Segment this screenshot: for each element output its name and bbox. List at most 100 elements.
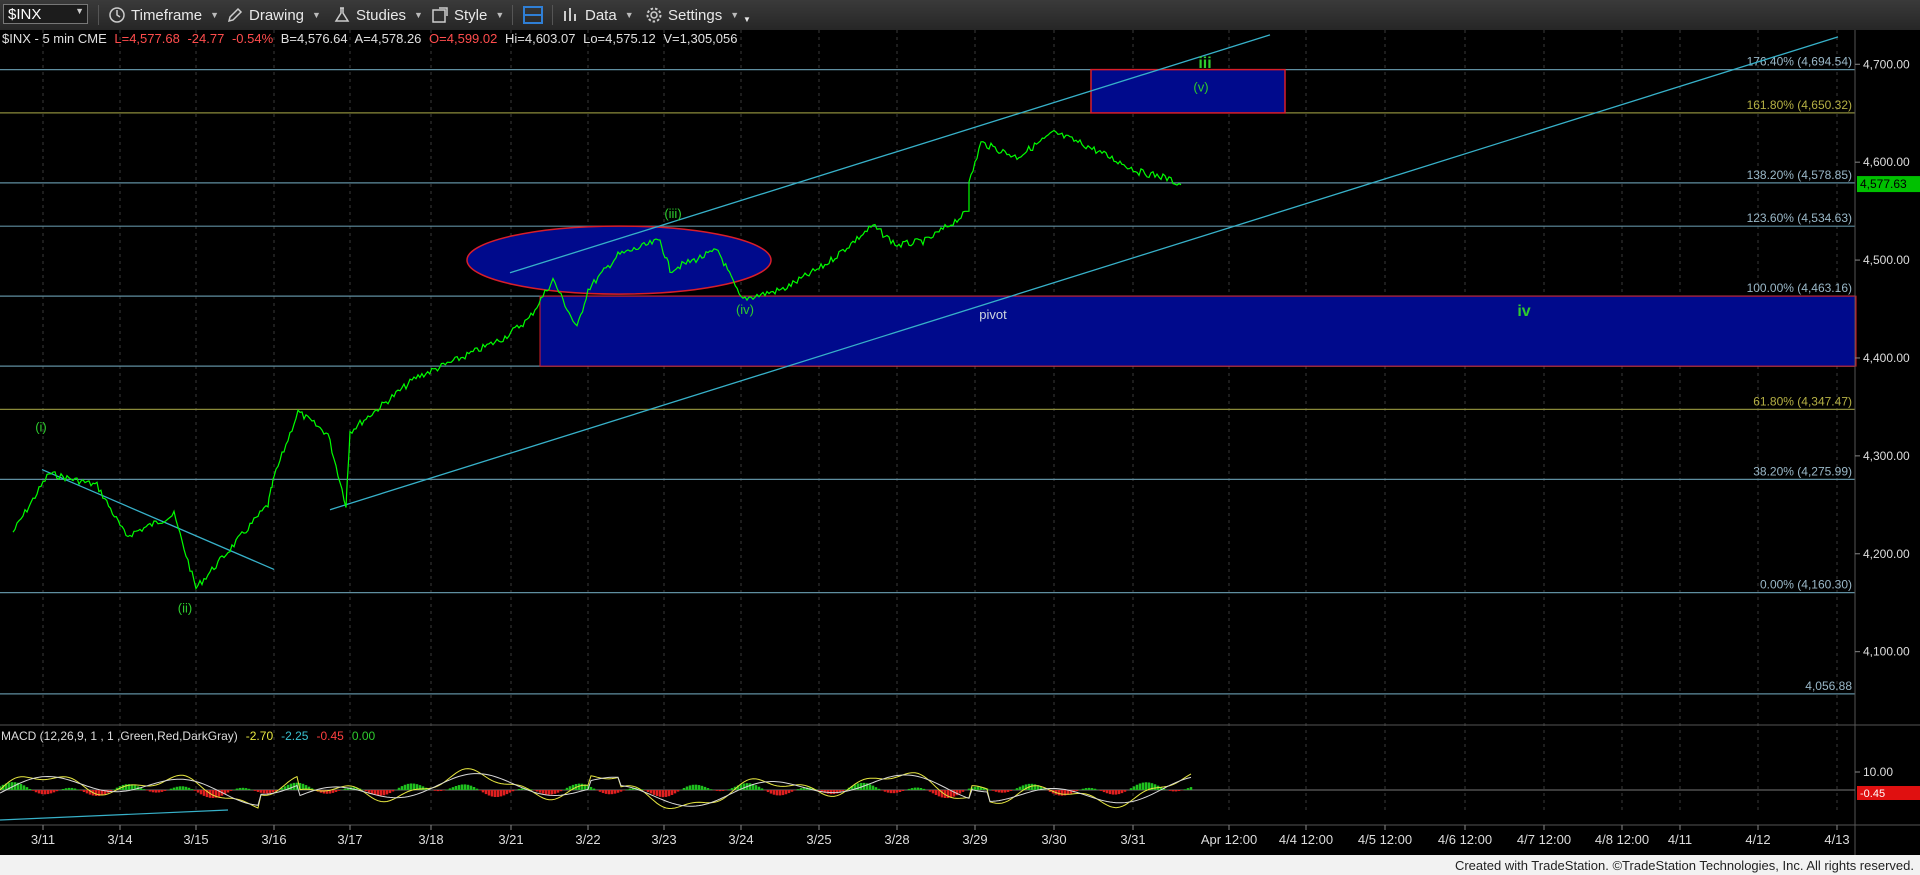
time-tick-label: 4/11 (1668, 832, 1692, 847)
symbol-input[interactable]: $INX ▼ (3, 4, 88, 24)
fib-level-label: 0.00% (4,160.30) (1760, 578, 1852, 592)
bid-price: B=4,576.64 (281, 31, 348, 46)
wave-label: (i) (35, 419, 47, 434)
time-tick-label: 3/28 (884, 832, 909, 847)
wave-label: iii (1198, 55, 1211, 72)
price-tick-label: 4,600.00 (1863, 155, 1910, 169)
volume: V=1,305,056 (663, 31, 737, 46)
time-tick-label: 3/15 (183, 832, 208, 847)
percent-change: -0.54% (232, 31, 274, 46)
macd-legend-item: 0.00 (352, 729, 376, 743)
style-button[interactable]: Style ▼ (431, 4, 504, 26)
time-tick-label: 3/23 (651, 832, 676, 847)
macd-last-tag-label: -0.45 (1860, 788, 1885, 800)
macd-legend: MACD (12,26,9, 1 , 1 ,Green,Red,DarkGray… (1, 729, 376, 743)
style-label: Style (454, 6, 488, 24)
data-label: Data (585, 6, 617, 24)
price-chart[interactable]: 176.40% (4,694.54) 161.80% (4,650.32) 138.… (0, 30, 1920, 875)
wave-iii-ellipse (466, 225, 772, 295)
time-tick-label: 3/31 (1120, 832, 1145, 847)
time-tick-label: 3/18 (418, 832, 443, 847)
price-tick-label: 4,700.00 (1863, 57, 1910, 71)
studies-label: Studies (356, 6, 407, 24)
price-tick-label: 4,200.00 (1863, 547, 1910, 561)
time-tick-label: 3/24 (728, 832, 753, 847)
price-tick-label: 4,400.00 (1863, 351, 1910, 365)
chevron-down-icon: ▼ (730, 10, 740, 20)
fib-level-label: 123.60% (4,534.63) (1747, 211, 1852, 225)
macd-tick-label: 10.00 (1863, 765, 1893, 779)
style-icon (432, 7, 448, 23)
chart-background (0, 30, 1920, 875)
time-tick-label: 4/13 (1824, 832, 1849, 847)
chevron-down-icon: ▼ (312, 10, 321, 20)
last-price: L=4,577.68 (114, 31, 179, 46)
fib-level-label: 4,056.88 (1805, 679, 1852, 693)
fib-level-label: 61.80% (4,347.47) (1753, 394, 1852, 408)
bar-chart-icon (564, 8, 576, 21)
wave-label: (iv) (736, 302, 754, 317)
chevron-down-icon: ▼ (495, 10, 505, 20)
time-tick-label: 3/21 (498, 832, 523, 847)
low-price: Lo=4,575.12 (583, 31, 656, 46)
wave-label: (iii) (664, 206, 681, 221)
macd-legend-item: MACD (12,26,9, 1 , 1 ,Green,Red,DarkGray… (1, 729, 238, 743)
time-tick-label: 3/16 (261, 832, 286, 847)
time-tick-label: 3/22 (575, 832, 600, 847)
layout-button[interactable] (522, 4, 549, 26)
data-button[interactable]: Data ▼ (562, 4, 634, 26)
chart-toolbar: $INX ▼ Timeframe ▼ Drawing ▼ Studies ▼ S… (0, 0, 1920, 31)
time-tick-label: 3/30 (1041, 832, 1066, 847)
chevron-down-icon: ▼ (210, 10, 220, 20)
settings-button[interactable]: Settings ▼ (645, 4, 739, 26)
symbol-title: $INX - 5 min CME (2, 31, 107, 46)
drawing-label: Drawing (249, 6, 305, 24)
timeframe-label: Timeframe (131, 6, 203, 24)
toolbar-divider (552, 5, 553, 25)
layout-icon (523, 6, 543, 24)
price-tick-label: 4,300.00 (1863, 449, 1910, 463)
fib-level-label: 38.20% (4,275.99) (1753, 464, 1852, 478)
chevron-down-icon: ▼ (414, 10, 423, 20)
macd-legend-item: -2.70 (246, 729, 274, 743)
clock-icon (109, 7, 125, 23)
overflow-caret-icon[interactable]: ▼ (743, 8, 751, 30)
price-tick-label: 4,500.00 (1863, 253, 1910, 267)
fib-level-label: 161.80% (4,650.32) (1747, 98, 1852, 112)
chevron-down-icon[interactable]: ▼ (75, 6, 84, 16)
wave-label: iv (1517, 303, 1530, 320)
timeframe-button[interactable]: Timeframe ▼ (108, 4, 219, 26)
copyright-footer: Created with TradeStation. ©TradeStation… (1454, 858, 1914, 873)
pencil-icon (227, 7, 243, 23)
time-tick-label: 3/14 (107, 832, 132, 847)
time-tick-label: 3/25 (806, 832, 831, 847)
wave-label: (v) (1193, 80, 1208, 95)
wave-label: (ii) (178, 601, 192, 616)
fib-level-label: 138.20% (4,578.85) (1747, 168, 1852, 182)
fib-level-label: 100.00% (4,463.16) (1747, 281, 1852, 295)
fib-level-label: 176.40% (4,694.54) (1747, 55, 1852, 69)
time-tick-label: 3/17 (337, 832, 362, 847)
wave-label: pivot (979, 307, 1007, 322)
time-tick-label: 3/29 (962, 832, 987, 847)
high-price: Hi=4,603.07 (505, 31, 575, 46)
drawing-button[interactable]: Drawing ▼ (226, 4, 321, 26)
time-tick-label: 4/12 (1745, 832, 1770, 847)
time-tick-label: 3/11 (31, 832, 55, 847)
time-tick-label: 4/4 12:00 (1279, 832, 1333, 847)
symbol-value: $INX (8, 5, 42, 23)
net-change: -24.77 (187, 31, 224, 46)
studies-button[interactable]: Studies ▼ (333, 4, 423, 26)
flask-icon (334, 7, 350, 22)
time-tick-label: 4/5 12:00 (1358, 832, 1412, 847)
toolbar-divider (98, 5, 99, 25)
time-tick-label: 4/8 12:00 (1595, 832, 1649, 847)
wave-v-target-box (1090, 68, 1286, 114)
toolbar-divider (512, 5, 513, 25)
time-tick-label: Apr 12:00 (1201, 832, 1257, 847)
time-tick-label: 4/6 12:00 (1438, 832, 1492, 847)
ask-price: A=4,578.26 (355, 31, 422, 46)
time-tick-label: 4/7 12:00 (1517, 832, 1571, 847)
last-price-tag-label: 4,577.63 (1860, 177, 1907, 191)
macd-legend-item: -2.25 (281, 729, 309, 743)
